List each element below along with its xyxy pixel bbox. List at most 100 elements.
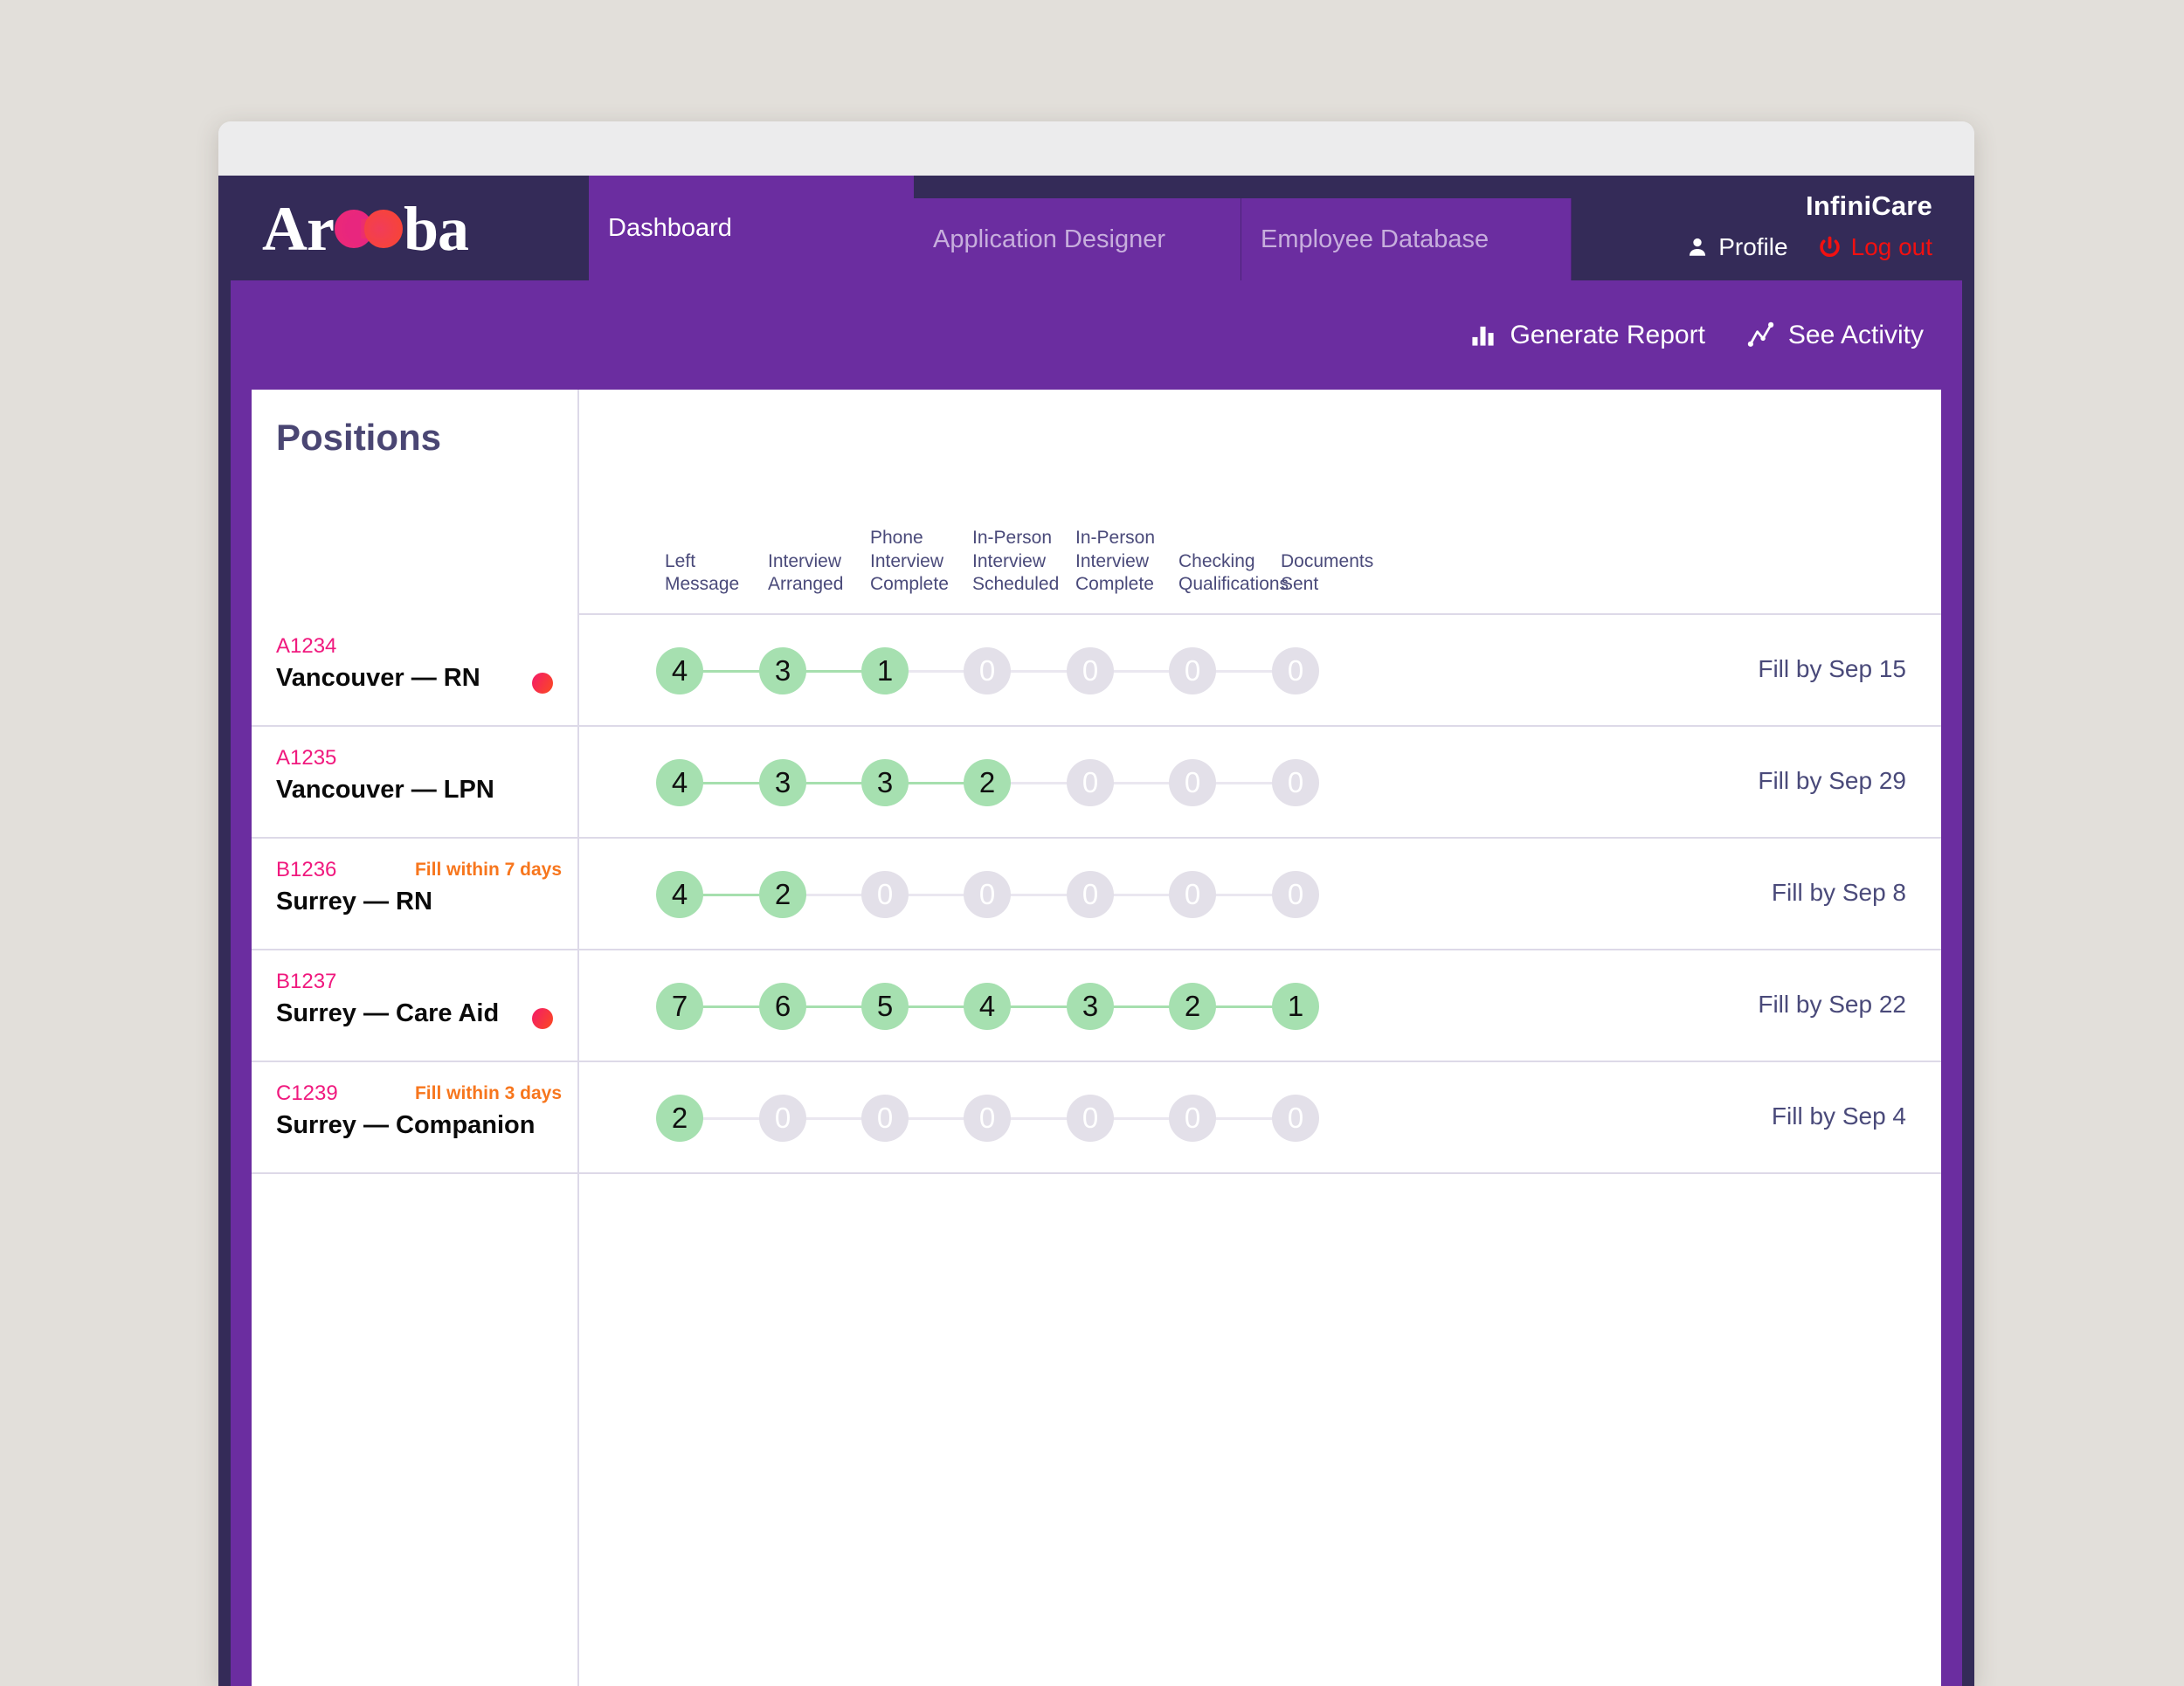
stage-count-node[interactable]: 0 (1169, 871, 1216, 918)
logo-text-prefix: Ar (262, 194, 335, 264)
position-cell[interactable]: B1237 Surrey — Care Aid (252, 950, 577, 1061)
position-title: Surrey — Companion (276, 1111, 536, 1139)
table-row[interactable]: A1235 Vancouver — LPN 4 3 3 2 0 0 0 Fill by Sep 2… (252, 727, 1941, 839)
table-row[interactable]: A1234 Vancouver — RN 4 3 1 0 0 0 0 Fill by Sep 15 (252, 615, 1941, 727)
position-title: Vancouver — RN (276, 664, 480, 692)
stage-count-node[interactable]: 1 (1272, 983, 1319, 1030)
tab-dashboard[interactable]: Dashboard (589, 176, 914, 280)
stage-count-node[interactable]: 6 (759, 983, 806, 1030)
stage-count-node[interactable]: 3 (759, 759, 806, 806)
stage-count-node[interactable]: 0 (1067, 647, 1114, 694)
stage-header-1: Left Message (665, 550, 740, 594)
stage-count-node[interactable]: 0 (1067, 1095, 1114, 1142)
stage-count-node[interactable]: 0 (964, 871, 1011, 918)
stage-count-node[interactable]: 0 (1169, 647, 1216, 694)
position-title: Surrey — Care Aid (276, 999, 500, 1027)
stage-count-node[interactable]: 2 (1169, 983, 1216, 1030)
stage-column-headers: Left Message Interview Arranged Phone Inte… (577, 390, 1941, 613)
stage-count-node[interactable]: 4 (964, 983, 1011, 1030)
stage-count-node[interactable]: 1 (861, 647, 909, 694)
stage-count-node[interactable]: 3 (861, 759, 909, 806)
stage-count-node[interactable]: 0 (1272, 871, 1319, 918)
table-row[interactable]: B1236 Fill within 7 days Surrey — RN 4 2 0 0 0 0… (252, 839, 1941, 950)
stage-count-node[interactable]: 0 (1272, 759, 1319, 806)
stage-header-6: Checking Qualifications (1178, 550, 1289, 594)
position-title: Surrey — RN (276, 888, 432, 916)
see-activity-label: See Activity (1787, 320, 1924, 349)
urgency-badge: Fill within 3 days (414, 1083, 562, 1103)
logout-button[interactable]: Log out (1818, 233, 1932, 261)
stage-count-node[interactable]: 0 (1067, 759, 1114, 806)
urgency-badge: Fill within 7 days (414, 860, 562, 880)
person-icon (1690, 238, 1706, 256)
stage-count-node[interactable]: 0 (759, 1095, 806, 1142)
deadline-label: Fill by Sep 4 (1771, 1102, 1906, 1130)
app-logo[interactable]: Ar ba (262, 194, 469, 264)
stage-pipeline: 7 6 5 4 3 2 1 Fill by Sep 22 (577, 950, 1941, 1061)
stage-count-node[interactable]: 0 (1169, 1095, 1216, 1142)
stage-count-node[interactable]: 0 (861, 1095, 909, 1142)
power-icon (1819, 236, 1840, 257)
page-title: Positions (276, 417, 442, 458)
logout-label: Log out (1850, 233, 1932, 260)
stage-header-7: Documents Sent (1281, 550, 1374, 594)
generate-report-label: Generate Report (1510, 320, 1705, 349)
stage-count-node[interactable]: 2 (964, 759, 1011, 806)
stage-count-node[interactable]: 7 (656, 983, 703, 1030)
stage-pipeline: 2 0 0 0 0 0 0 Fill by Sep 4 (577, 1062, 1941, 1172)
deadline-label: Fill by Sep 29 (1758, 767, 1906, 794)
primary-tabs: Dashboard Application Designer Employee … (589, 176, 1572, 280)
bar-chart-icon (1472, 326, 1495, 346)
stage-pipeline: 4 3 1 0 0 0 0 Fill by Sep 15 (577, 615, 1941, 725)
line-chart-icon (1747, 321, 1774, 347)
status-badge (532, 673, 553, 694)
stage-count-node[interactable]: 5 (861, 983, 909, 1030)
tab-employee-database[interactable]: Employee Database (1241, 198, 1572, 280)
stage-pipeline: 4 2 0 0 0 0 0 Fill by Sep 8 (577, 839, 1941, 949)
see-activity-button[interactable]: See Activity (1747, 321, 1924, 350)
position-id: B1237 (276, 970, 337, 993)
position-id: A1234 (276, 634, 337, 658)
position-cell[interactable]: A1235 Vancouver — LPN (252, 727, 577, 837)
position-cell[interactable]: C1239 Fill within 3 days Surrey — Companio… (252, 1062, 577, 1172)
stage-count-node[interactable]: 2 (759, 871, 806, 918)
stage-count-node[interactable]: 0 (964, 647, 1011, 694)
stage-header-4: In-Person Interview Scheduled (972, 528, 1060, 594)
stage-count-node[interactable]: 4 (656, 647, 703, 694)
position-cell[interactable]: B1236 Fill within 7 days Surrey — RN (252, 839, 577, 949)
tab-dashboard-label: Dashboard (608, 213, 732, 242)
stage-count-node[interactable]: 0 (1169, 759, 1216, 806)
profile-label: Profile (1718, 233, 1788, 260)
stage-count-node[interactable]: 3 (1067, 983, 1114, 1030)
table-row[interactable]: B1237 Surrey — Care Aid 7 6 5 4 3 2 1 Fill by Sep… (252, 950, 1941, 1062)
application-window: Ar ba Dashboard Application Designer Empl… (218, 121, 1974, 1686)
deadline-label: Fill by Sep 22 (1758, 991, 1906, 1018)
double-dot-logo-icon (334, 210, 403, 248)
stage-pipeline: 4 3 3 2 0 0 0 Fill by Sep 29 (577, 727, 1941, 837)
deadline-label: Fill by Sep 8 (1771, 879, 1906, 906)
logo-text-suffix: ba (403, 194, 469, 264)
status-badge (532, 1008, 553, 1029)
tab-application-designer[interactable]: Application Designer (914, 198, 1241, 280)
account-actions: Profile Log out (1686, 233, 1932, 261)
position-id: C1239 (276, 1081, 338, 1105)
profile-button[interactable]: Profile (1686, 233, 1788, 261)
positions-board: Positions Left Message Interview Arranged… (252, 390, 1941, 1686)
stage-header-2: Interview Arranged (768, 550, 844, 594)
stage-count-node[interactable]: 0 (964, 1095, 1011, 1142)
stage-header-5: In-Person Interview Complete (1075, 528, 1156, 594)
stage-count-node[interactable]: 4 (656, 759, 703, 806)
position-cell[interactable]: A1234 Vancouver — RN (252, 615, 577, 725)
table-row[interactable]: C1239 Fill within 3 days Surrey — Companio… (252, 1062, 1941, 1174)
window-title-bar (218, 121, 1974, 176)
stage-count-node[interactable]: 2 (656, 1095, 703, 1142)
stage-count-node[interactable]: 0 (1272, 647, 1319, 694)
stage-count-node[interactable]: 0 (861, 871, 909, 918)
stage-count-node[interactable]: 3 (759, 647, 806, 694)
position-title: Vancouver — LPN (276, 776, 494, 804)
stage-count-node[interactable]: 0 (1067, 871, 1114, 918)
stage-count-node[interactable]: 4 (656, 871, 703, 918)
stage-count-node[interactable]: 0 (1272, 1095, 1319, 1142)
top-navigation-bar: Ar ba Dashboard Application Designer Empl… (218, 176, 1974, 280)
generate-report-button[interactable]: Generate Report (1470, 320, 1705, 350)
